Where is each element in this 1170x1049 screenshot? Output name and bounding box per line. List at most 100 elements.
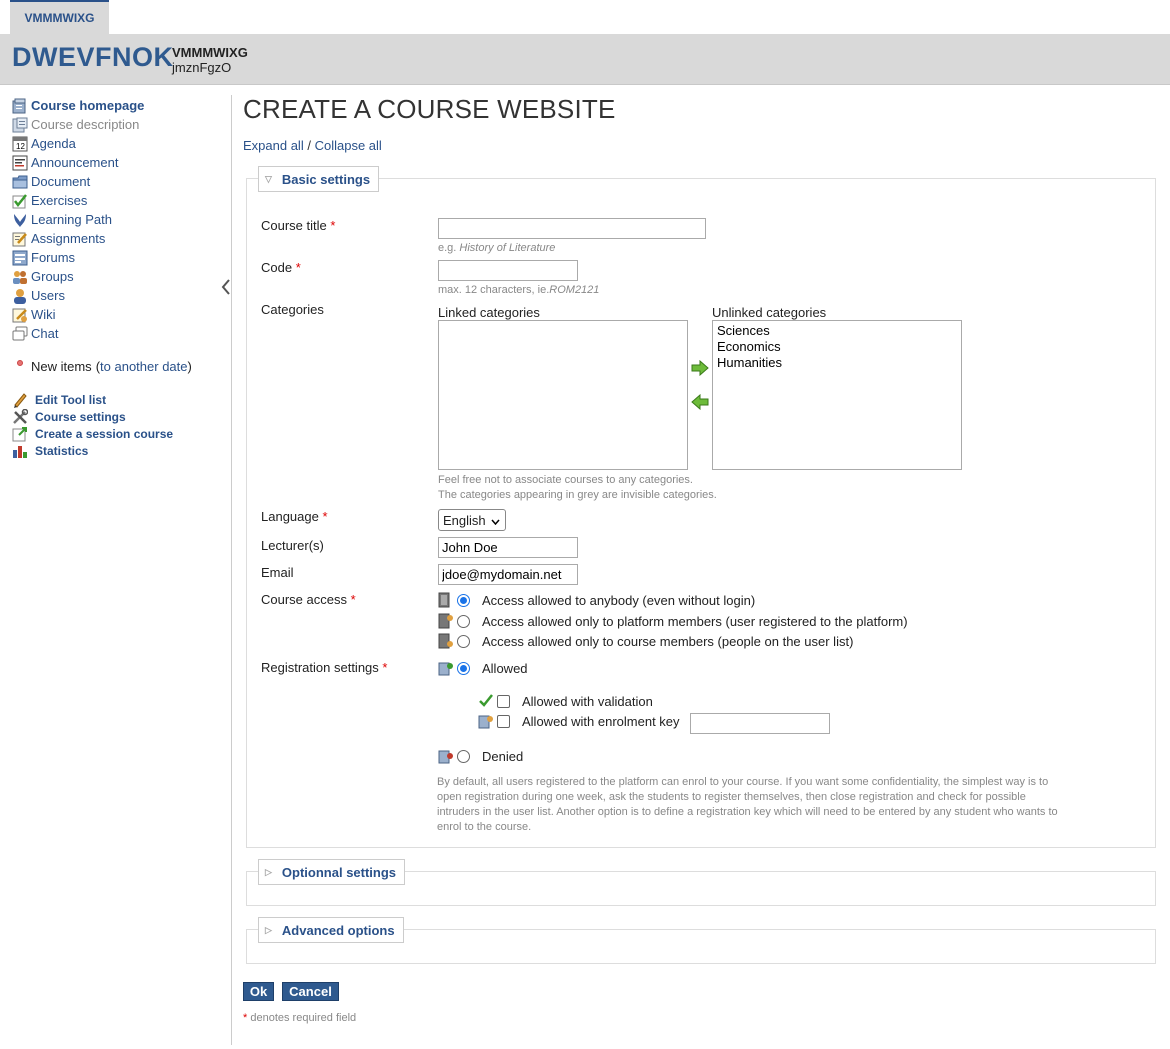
edit-tool-list-link[interactable]: Edit Tool list <box>12 391 106 408</box>
enrolment-key-input[interactable] <box>690 713 830 734</box>
sidebar-item-course-description[interactable]: Course description <box>12 115 139 134</box>
access-platform-label: Access allowed only to platform members … <box>482 613 908 629</box>
groups-icon <box>12 269 28 285</box>
sidebar-item-document[interactable]: Document <box>12 172 90 191</box>
advanced-options-label: Advanced options <box>281 922 395 938</box>
course-settings-link[interactable]: Course settings <box>12 408 126 425</box>
registration-denied-radio[interactable] <box>457 749 470 763</box>
remove-category-arrow-icon[interactable] <box>691 393 709 411</box>
basic-settings-legend[interactable]: ▽ Basic settings <box>258 166 380 192</box>
folder-icon <box>12 174 28 190</box>
access-anybody-radio[interactable] <box>457 593 470 607</box>
statistics-link[interactable]: Statistics <box>12 442 88 459</box>
category-option[interactable]: Humanities <box>717 355 957 371</box>
registration-allowed-radio[interactable] <box>457 661 470 675</box>
collapsed-triangle-icon: ▷ <box>265 866 272 877</box>
public-access-icon <box>438 592 454 608</box>
sidebar-item-learning-path[interactable]: Learning Path <box>12 210 112 229</box>
tools-icon <box>12 408 29 425</box>
statistics-label: Statistics <box>35 443 89 458</box>
sidebar-item-chat[interactable]: Chat <box>12 324 58 343</box>
add-category-arrow-icon[interactable] <box>691 359 709 377</box>
home-icon <box>12 98 28 114</box>
course-title-input[interactable] <box>438 218 706 239</box>
access-platform-option[interactable]: Access allowed only to platform members … <box>438 613 908 629</box>
basic-settings-fieldset: ▽ Basic settings Course title * e.g. His… <box>246 166 1156 848</box>
sidebar-divider <box>231 95 232 1045</box>
categories-hint-1: Feel free not to associate courses to an… <box>438 474 693 486</box>
session-icon <box>12 426 28 442</box>
new-items-dot-icon <box>17 359 23 366</box>
sidebar-item-groups[interactable]: Groups <box>12 267 74 286</box>
expanded-triangle-icon: ▽ <box>265 173 272 184</box>
language-select[interactable]: English <box>438 509 506 531</box>
allowed-with-key-label: Allowed with enrolment key <box>522 713 680 729</box>
chat-icon <box>12 326 28 342</box>
course-title-hint-example: History of Literature <box>459 242 556 254</box>
unlinked-categories-list[interactable]: Sciences Economics Humanities <box>712 320 962 470</box>
sidebar-item-label: Users <box>31 288 65 303</box>
sidebar-item-wiki[interactable]: Wiki <box>12 305 56 324</box>
check-icon <box>12 193 28 209</box>
course-title-hint-prefix: e.g. <box>438 242 457 254</box>
required-star: * <box>350 592 356 607</box>
email-input[interactable] <box>438 564 578 585</box>
registration-denied-label: Denied <box>482 748 524 764</box>
unlinked-categories-title: Unlinked categories <box>712 305 827 320</box>
cancel-button[interactable]: Cancel <box>282 982 339 1001</box>
code-input[interactable] <box>438 260 578 281</box>
registration-denied-option[interactable]: Denied <box>438 748 523 764</box>
new-items-label: New items <box>31 359 92 374</box>
ok-button[interactable]: Ok <box>243 982 274 1001</box>
course-access-label-text: Course access <box>261 592 347 607</box>
registration-allowed-option[interactable]: Allowed <box>438 660 528 676</box>
allowed-with-key-checkbox[interactable] <box>497 714 510 728</box>
access-platform-radio[interactable] <box>457 614 470 628</box>
lecturers-input[interactable] <box>438 537 578 558</box>
allowed-with-validation-checkbox[interactable] <box>497 694 510 708</box>
another-date-link[interactable]: to another date <box>100 359 187 374</box>
sidebar-item-exercises[interactable]: Exercises <box>12 191 87 210</box>
category-option[interactable]: Economics <box>717 339 957 355</box>
optional-settings-label: Optionnal settings <box>281 864 397 880</box>
required-star: * <box>295 260 301 275</box>
sidebar-item-agenda[interactable]: 12 Agenda <box>12 134 76 153</box>
course-tab[interactable]: VMMMWIXG <box>10 0 109 34</box>
sidebar-item-course-homepage[interactable]: Course homepage <box>12 96 144 115</box>
linked-categories-list[interactable] <box>438 320 688 470</box>
required-note-text: denotes required field <box>250 1012 357 1024</box>
allowed-with-validation-option[interactable]: Allowed with validation <box>478 693 653 709</box>
expand-all-link[interactable]: Expand all <box>243 138 304 153</box>
collapse-all-link[interactable]: Collapse all <box>315 138 382 153</box>
sidebar-item-assignments[interactable]: Assignments <box>12 229 105 248</box>
required-note: * denotes required field <box>243 1012 356 1024</box>
optional-settings-legend[interactable]: ▷ Optionnal settings <box>258 859 406 885</box>
pencil-icon <box>12 392 28 408</box>
email-label: Email <box>261 565 294 580</box>
forum-icon <box>12 250 28 266</box>
create-session-course-link[interactable]: Create a session course <box>12 425 173 442</box>
code-hint-prefix: max. 12 characters, ie. <box>438 284 550 296</box>
advanced-options-legend[interactable]: ▷ Advanced options <box>258 917 404 943</box>
allowed-with-key-option[interactable]: Allowed with enrolment key <box>478 713 680 729</box>
sidebar-item-label: Chat <box>31 326 59 341</box>
expand-collapse-links: Expand all / Collapse all <box>243 138 382 153</box>
course-code[interactable]: VMMMWIXG <box>172 45 248 60</box>
language-selected-value: English <box>443 512 486 528</box>
access-course-radio[interactable] <box>457 634 470 648</box>
course-access-icon <box>438 633 454 649</box>
header: DWEVFNOK VMMMWIXG jmznFgzO <box>0 34 1170 85</box>
access-course-option[interactable]: Access allowed only to course members (p… <box>438 633 853 649</box>
course-title-hint: e.g. History of Literature <box>438 242 555 254</box>
course-settings-label: Course settings <box>35 409 126 424</box>
sidebar-item-announcement[interactable]: Announcement <box>12 153 118 172</box>
category-option[interactable]: Sciences <box>717 323 957 339</box>
collapse-sidebar-icon[interactable] <box>220 278 232 296</box>
campus-title[interactable]: DWEVFNOK <box>12 42 174 73</box>
access-anybody-option[interactable]: Access allowed to anybody (even without … <box>438 592 755 608</box>
sidebar-item-users[interactable]: Users <box>12 286 65 305</box>
sidebar-item-label: Announcement <box>31 155 119 170</box>
sidebar-item-forums[interactable]: Forums <box>12 248 75 267</box>
user-icon <box>12 288 28 304</box>
page-title: CREATE A COURSE WEBSITE <box>243 94 616 124</box>
